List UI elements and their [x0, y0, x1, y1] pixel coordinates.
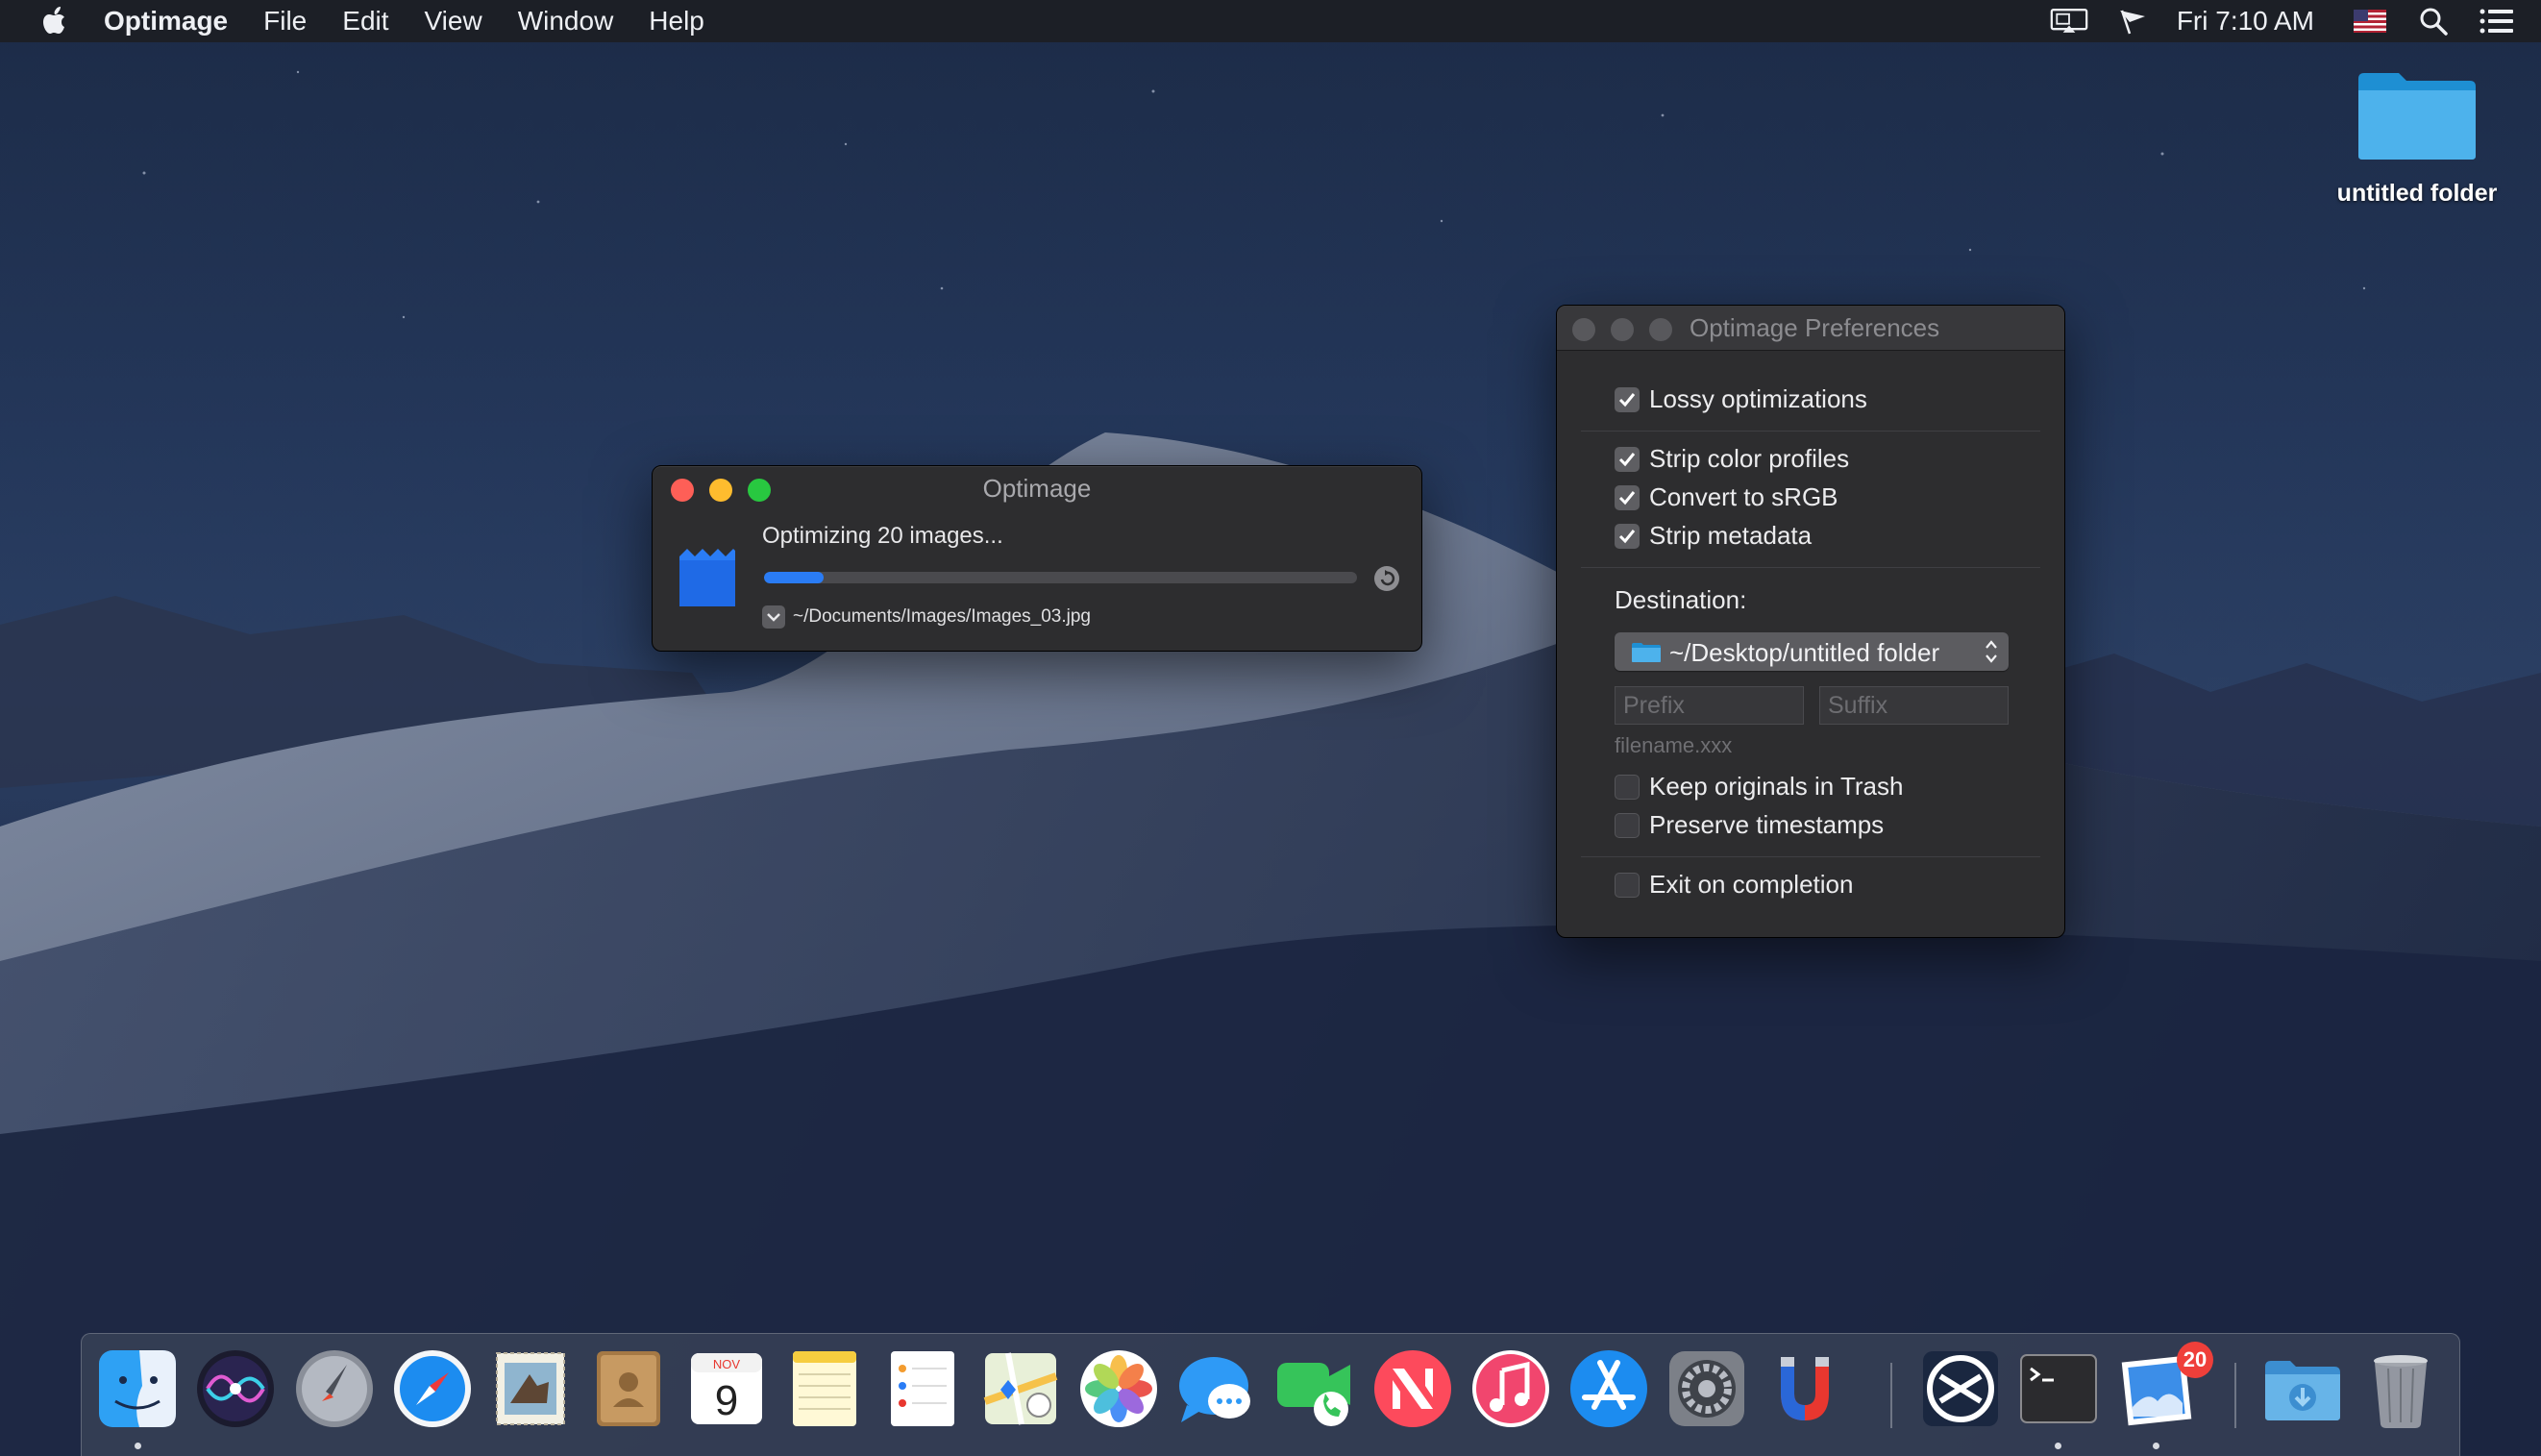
folder-icon	[2358, 73, 2476, 160]
dock-separator	[1890, 1363, 1892, 1428]
preserve-timestamps-checkbox[interactable]	[1615, 813, 1640, 838]
suffix-field[interactable]	[1819, 686, 2009, 725]
siri-icon[interactable]	[194, 1347, 277, 1430]
keep-originals-checkbox[interactable]	[1615, 775, 1640, 800]
apple-menu-icon[interactable]	[38, 4, 73, 38]
separator	[1581, 567, 2040, 568]
exit-on-completion-label: Exit on completion	[1649, 870, 1854, 899]
window-title: Optimage Preferences	[1690, 313, 1940, 342]
destination-value: ~/Desktop/untitled folder	[1669, 638, 1940, 667]
menu-file[interactable]: File	[263, 6, 307, 37]
messages-icon[interactable]	[1175, 1347, 1258, 1430]
separator	[1581, 856, 2040, 857]
prefix-input[interactable]	[1616, 687, 1803, 724]
strip-metadata-checkbox[interactable]	[1615, 524, 1640, 549]
strip-metadata-label: Strip metadata	[1649, 521, 1813, 550]
menu-help[interactable]: Help	[649, 6, 704, 37]
desktop-folder[interactable]: untitled folder	[2326, 67, 2508, 208]
safari-icon[interactable]	[391, 1347, 474, 1430]
optimage-icon[interactable]	[1919, 1347, 2002, 1430]
menu-extras: Fri 7:10 AM	[2050, 0, 2541, 42]
calendar-icon[interactable]: NOV 9	[685, 1347, 768, 1430]
prefix-field[interactable]	[1615, 686, 1804, 725]
contacts-icon[interactable]	[587, 1347, 670, 1430]
mail-icon[interactable]	[489, 1347, 572, 1430]
current-file-path: ~/Documents/Images/Images_03.jpg	[793, 606, 1091, 627]
desktop-wallpaper	[0, 0, 2541, 1455]
running-indicator	[2153, 1443, 2159, 1449]
status-text: Optimizing 20 images...	[762, 523, 1003, 549]
menu-clock[interactable]: Fri 7:10 AM	[2177, 6, 2314, 37]
disclosure-toggle[interactable]	[762, 605, 785, 629]
stop-icon[interactable]	[1373, 565, 1400, 592]
menu-bar: Optimage File Edit View Window Help Fri …	[0, 0, 2541, 42]
spotlight-search-icon[interactable]	[2414, 7, 2453, 36]
menu-window[interactable]: Window	[518, 6, 614, 37]
exit-on-completion-checkbox[interactable]	[1615, 873, 1640, 898]
running-indicator	[135, 1443, 141, 1449]
calendar-month: NOV	[713, 1357, 741, 1371]
terminal-icon[interactable]	[2017, 1347, 2100, 1430]
progress-fill	[764, 572, 824, 583]
calendar-day: 9	[715, 1377, 738, 1424]
reminders-icon[interactable]	[881, 1347, 964, 1430]
maps-icon[interactable]	[979, 1347, 1062, 1430]
lossy-label: Lossy optimizations	[1649, 384, 1867, 413]
strip-color-profiles-checkbox[interactable]	[1615, 447, 1640, 472]
chevron-updown-icon	[1986, 640, 1997, 663]
running-indicator	[2055, 1443, 2061, 1449]
dock-separator	[2234, 1363, 2236, 1428]
launchpad-icon[interactable]	[293, 1347, 376, 1430]
progress-bar	[764, 572, 1357, 583]
display-mirroring-icon[interactable]	[2050, 7, 2088, 36]
us-flag-input-icon[interactable]	[2351, 7, 2389, 36]
notes-icon[interactable]	[783, 1347, 866, 1430]
news-icon[interactable]	[1371, 1347, 1454, 1430]
folder-icon	[1632, 643, 1661, 662]
finder-icon[interactable]	[96, 1347, 179, 1430]
magnet-icon[interactable]	[1764, 1347, 1846, 1430]
menu-edit[interactable]: Edit	[342, 6, 388, 37]
notification-center-icon[interactable]	[2478, 7, 2516, 36]
optimage-app-icon	[679, 549, 735, 606]
system-preferences-icon[interactable]	[1665, 1347, 1748, 1430]
menu-app-name[interactable]: Optimage	[104, 6, 228, 37]
checkmark-icon	[1618, 491, 1636, 506]
preserve-timestamps-label: Preserve timestamps	[1649, 810, 1885, 839]
suffix-input[interactable]	[1820, 687, 2008, 724]
itunes-icon[interactable]	[1469, 1347, 1552, 1430]
lossy-checkbox[interactable]	[1615, 387, 1640, 412]
checkmark-icon	[1618, 453, 1636, 467]
convert-srgb-checkbox[interactable]	[1615, 485, 1640, 510]
keep-originals-label: Keep originals in Trash	[1649, 772, 1904, 801]
preferences-window: Optimage Preferences Lossy optimizations…	[1556, 305, 2065, 938]
flag-status-icon[interactable]	[2113, 7, 2152, 36]
destination-label: Destination:	[1615, 585, 1747, 614]
app-store-icon[interactable]	[1567, 1347, 1650, 1430]
facetime-icon[interactable]	[1273, 1347, 1356, 1430]
filename-hint: filename.xxx	[1615, 733, 1733, 757]
chevron-down-icon	[767, 613, 780, 622]
strip-color-profiles-label: Strip color profiles	[1649, 444, 1850, 473]
window-title: Optimage	[982, 474, 1092, 503]
optimage-window: Optimage Optimizing 20 images... ~/Docum…	[652, 465, 1422, 652]
trash-icon[interactable]	[2359, 1347, 2442, 1430]
downloads-folder-icon[interactable]	[2261, 1347, 2344, 1430]
destination-popup[interactable]: ~/Desktop/untitled folder	[1615, 632, 2009, 671]
checkmark-icon	[1618, 393, 1636, 407]
folder-label: untitled folder	[2336, 180, 2498, 207]
checkmark-icon	[1618, 530, 1636, 544]
photos-icon[interactable]	[1077, 1347, 1160, 1430]
separator	[1581, 431, 2040, 432]
convert-srgb-label: Convert to sRGB	[1649, 482, 1838, 511]
notification-badge: 20	[2177, 1342, 2213, 1378]
dock: NOV 9 20	[81, 1333, 2460, 1456]
menu-view[interactable]: View	[425, 6, 482, 37]
